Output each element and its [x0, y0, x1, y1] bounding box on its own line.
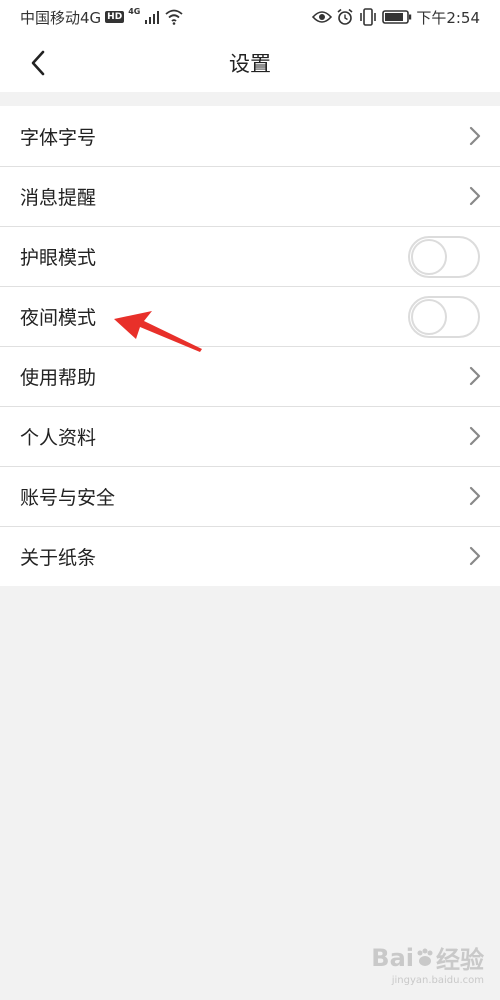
setting-label: 账号与安全	[20, 486, 116, 509]
setting-night-mode: 夜间模式	[0, 286, 500, 346]
chevron-right-icon	[469, 186, 481, 206]
setting-eye-protection: 护眼模式	[0, 226, 500, 286]
setting-profile[interactable]: 个人资料	[0, 406, 500, 466]
carrier-label: 中国移动4G	[20, 8, 102, 27]
paw-icon	[417, 948, 433, 966]
wifi-icon	[165, 9, 183, 25]
battery-icon	[382, 10, 412, 24]
settings-list: 字体字号 消息提醒 护眼模式 夜间模式 使用帮助 个人资料 账号与安全 关于纸条	[0, 106, 500, 586]
chevron-right-icon	[469, 486, 481, 506]
setting-label: 夜间模式	[20, 306, 97, 329]
watermark-suffix: 经验	[436, 946, 484, 974]
chevron-right-icon	[469, 126, 481, 146]
back-button[interactable]	[18, 45, 58, 81]
alarm-icon	[337, 8, 353, 25]
status-right: 下午2:54	[312, 7, 480, 28]
watermark-brand: Bai	[371, 943, 414, 972]
chevron-right-icon	[469, 546, 481, 566]
setting-label: 个人资料	[20, 426, 97, 449]
signal-icon	[145, 11, 160, 24]
chevron-right-icon	[469, 426, 481, 446]
status-bar: 中国移动4G HD 4G 下午2:54	[0, 0, 500, 34]
eye-icon	[312, 11, 333, 23]
chevron-right-icon	[469, 366, 481, 386]
watermark-url: jingyan.baidu.com	[391, 975, 484, 986]
setting-label: 护眼模式	[20, 246, 97, 269]
setting-message-reminder[interactable]: 消息提醒	[0, 166, 500, 226]
annotation-arrow-icon	[114, 311, 202, 352]
vibrate-icon	[360, 8, 377, 26]
setting-label: 关于纸条	[20, 546, 97, 569]
setting-label: 消息提醒	[20, 186, 97, 209]
setting-label: 字体字号	[20, 126, 97, 149]
clock-label: 下午2:54	[416, 8, 480, 27]
eye-protection-toggle[interactable]	[408, 236, 480, 278]
night-mode-toggle[interactable]	[408, 296, 480, 338]
setting-label: 使用帮助	[20, 366, 97, 389]
network-type-label: 4G	[128, 6, 141, 16]
status-left: 中国移动4G HD 4G	[20, 7, 184, 28]
setting-help[interactable]: 使用帮助	[0, 346, 500, 406]
toggle-knob	[411, 299, 447, 335]
header: 设置	[0, 34, 500, 92]
page-title: 设置	[229, 52, 271, 76]
setting-account-security[interactable]: 账号与安全	[0, 466, 500, 526]
watermark: Bai 经验 jingyan.baidu.com	[371, 940, 484, 987]
setting-about[interactable]: 关于纸条	[0, 526, 500, 586]
setting-font-size[interactable]: 字体字号	[0, 106, 500, 166]
toggle-knob	[411, 239, 447, 275]
chevron-left-icon	[31, 50, 45, 76]
watermark-logo: Bai 经验	[371, 940, 484, 975]
hd-badge: HD	[105, 11, 125, 23]
